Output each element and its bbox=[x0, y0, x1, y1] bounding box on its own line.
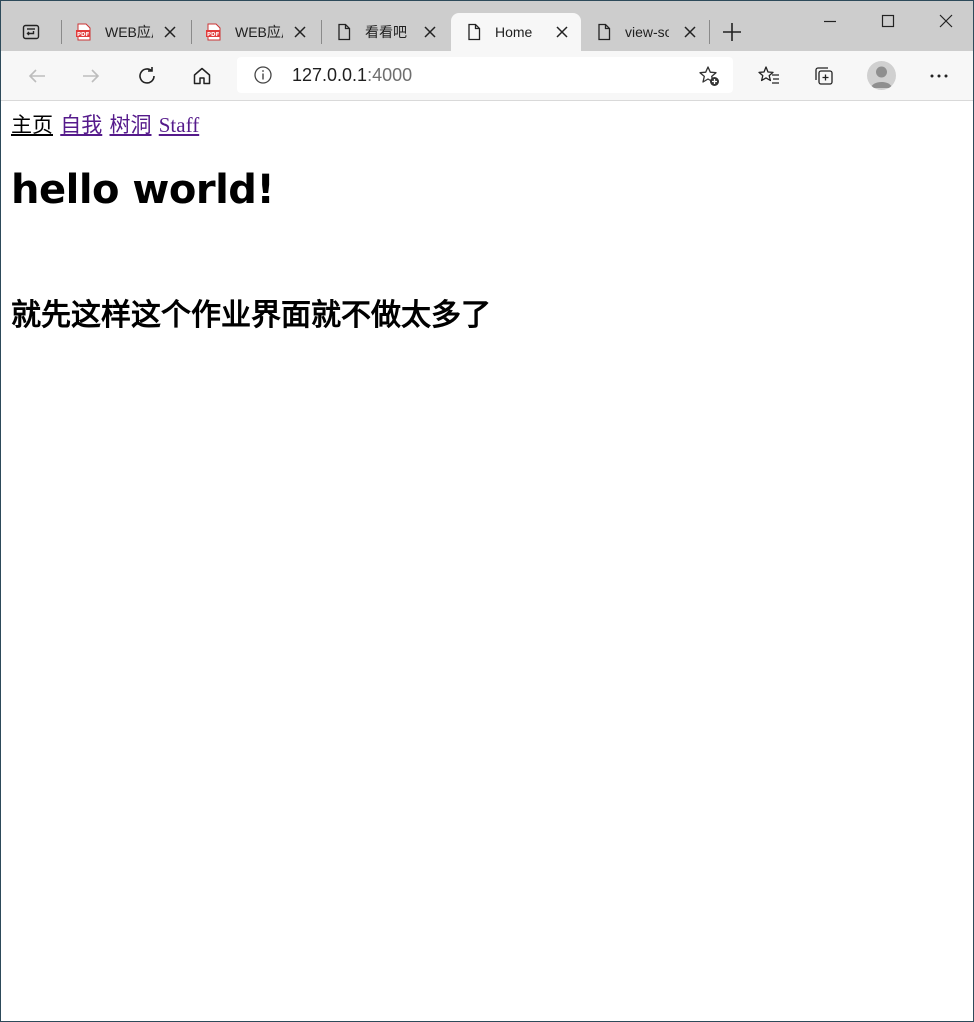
close-icon[interactable] bbox=[555, 25, 569, 39]
tab-pdf-2[interactable]: PDF WEB应用 bbox=[191, 13, 319, 51]
refresh-button[interactable] bbox=[131, 61, 163, 91]
close-icon bbox=[939, 14, 953, 28]
url-text[interactable]: 127.0.0.1:4000 bbox=[292, 65, 412, 85]
back-arrow-icon bbox=[28, 69, 45, 83]
back-button[interactable] bbox=[21, 61, 53, 91]
address-bar[interactable]: 127.0.0.1:4000 bbox=[237, 57, 733, 93]
nav-link-self[interactable]: 自我 bbox=[60, 113, 102, 137]
tab-view-source[interactable]: view-source bbox=[581, 13, 709, 51]
page-content: 主页 自我 树洞 Staff hello world! 就先这样这个作业界面就不… bbox=[1, 101, 973, 1021]
tab-kankanba[interactable]: 看看吧 bbox=[321, 13, 449, 51]
close-icon[interactable] bbox=[423, 25, 437, 39]
close-icon[interactable] bbox=[293, 25, 307, 39]
nav-link-treehole[interactable]: 树洞 bbox=[110, 113, 152, 137]
site-nav: 主页 自我 树洞 Staff bbox=[11, 113, 201, 137]
collections-button[interactable] bbox=[808, 61, 840, 91]
plus-icon bbox=[723, 23, 741, 41]
tab-strip: PDF WEB应用 PDF WEB应用 看看吧 bbox=[1, 1, 973, 51]
tab-label: view-source bbox=[625, 24, 669, 40]
pdf-icon: PDF bbox=[76, 23, 91, 41]
close-icon[interactable] bbox=[683, 25, 697, 39]
avatar-icon bbox=[871, 66, 892, 88]
profile-avatar[interactable] bbox=[867, 61, 896, 90]
tab-label: Home bbox=[495, 24, 533, 40]
url-port: :4000 bbox=[367, 65, 413, 85]
browser-window: PDF WEB应用 PDF WEB应用 看看吧 bbox=[0, 0, 974, 1022]
favorites-button[interactable] bbox=[753, 61, 785, 91]
forward-button[interactable] bbox=[75, 61, 107, 91]
maximize-icon bbox=[881, 14, 895, 28]
url-host: 127.0.0.1 bbox=[292, 65, 368, 85]
nav-link-staff[interactable]: Staff bbox=[159, 113, 199, 137]
home-button[interactable] bbox=[186, 61, 218, 91]
refresh-icon bbox=[139, 67, 155, 84]
home-icon bbox=[193, 67, 211, 85]
svg-text:PDF: PDF bbox=[77, 32, 90, 38]
collections-icon bbox=[815, 67, 833, 85]
svg-text:PDF: PDF bbox=[207, 32, 220, 38]
forward-arrow-icon bbox=[83, 69, 100, 83]
minimize-icon bbox=[824, 20, 836, 23]
page-icon bbox=[598, 23, 611, 41]
new-tab-button[interactable] bbox=[717, 20, 747, 44]
tab-actions-button[interactable] bbox=[11, 13, 51, 51]
favorites-icon bbox=[758, 66, 779, 84]
tab-home[interactable]: Home bbox=[451, 13, 581, 51]
more-icon bbox=[930, 74, 948, 78]
page-heading: hello world! bbox=[11, 167, 275, 213]
nav-link-home[interactable]: 主页 bbox=[11, 113, 53, 137]
page-icon bbox=[468, 23, 481, 41]
tab-label: 看看吧 bbox=[365, 24, 407, 40]
add-favorite-icon[interactable] bbox=[697, 64, 721, 88]
window-close-button[interactable] bbox=[923, 7, 969, 35]
tab-actions-icon bbox=[22, 24, 40, 40]
pdf-icon: PDF bbox=[206, 23, 221, 41]
maximize-button[interactable] bbox=[865, 7, 911, 35]
tab-label: WEB应用 bbox=[235, 24, 283, 40]
minimize-button[interactable] bbox=[807, 7, 853, 35]
tab-pdf-1[interactable]: PDF WEB应用 bbox=[61, 13, 189, 51]
close-icon[interactable] bbox=[163, 25, 177, 39]
settings-more-button[interactable] bbox=[923, 61, 955, 91]
tab-separator bbox=[709, 20, 710, 44]
page-subheading: 就先这样这个作业界面就不做太多了 bbox=[11, 298, 491, 333]
page-icon bbox=[338, 23, 351, 41]
browser-toolbar: 127.0.0.1:4000 bbox=[1, 51, 973, 101]
info-icon[interactable] bbox=[253, 65, 273, 85]
tab-label: WEB应用 bbox=[105, 24, 153, 40]
